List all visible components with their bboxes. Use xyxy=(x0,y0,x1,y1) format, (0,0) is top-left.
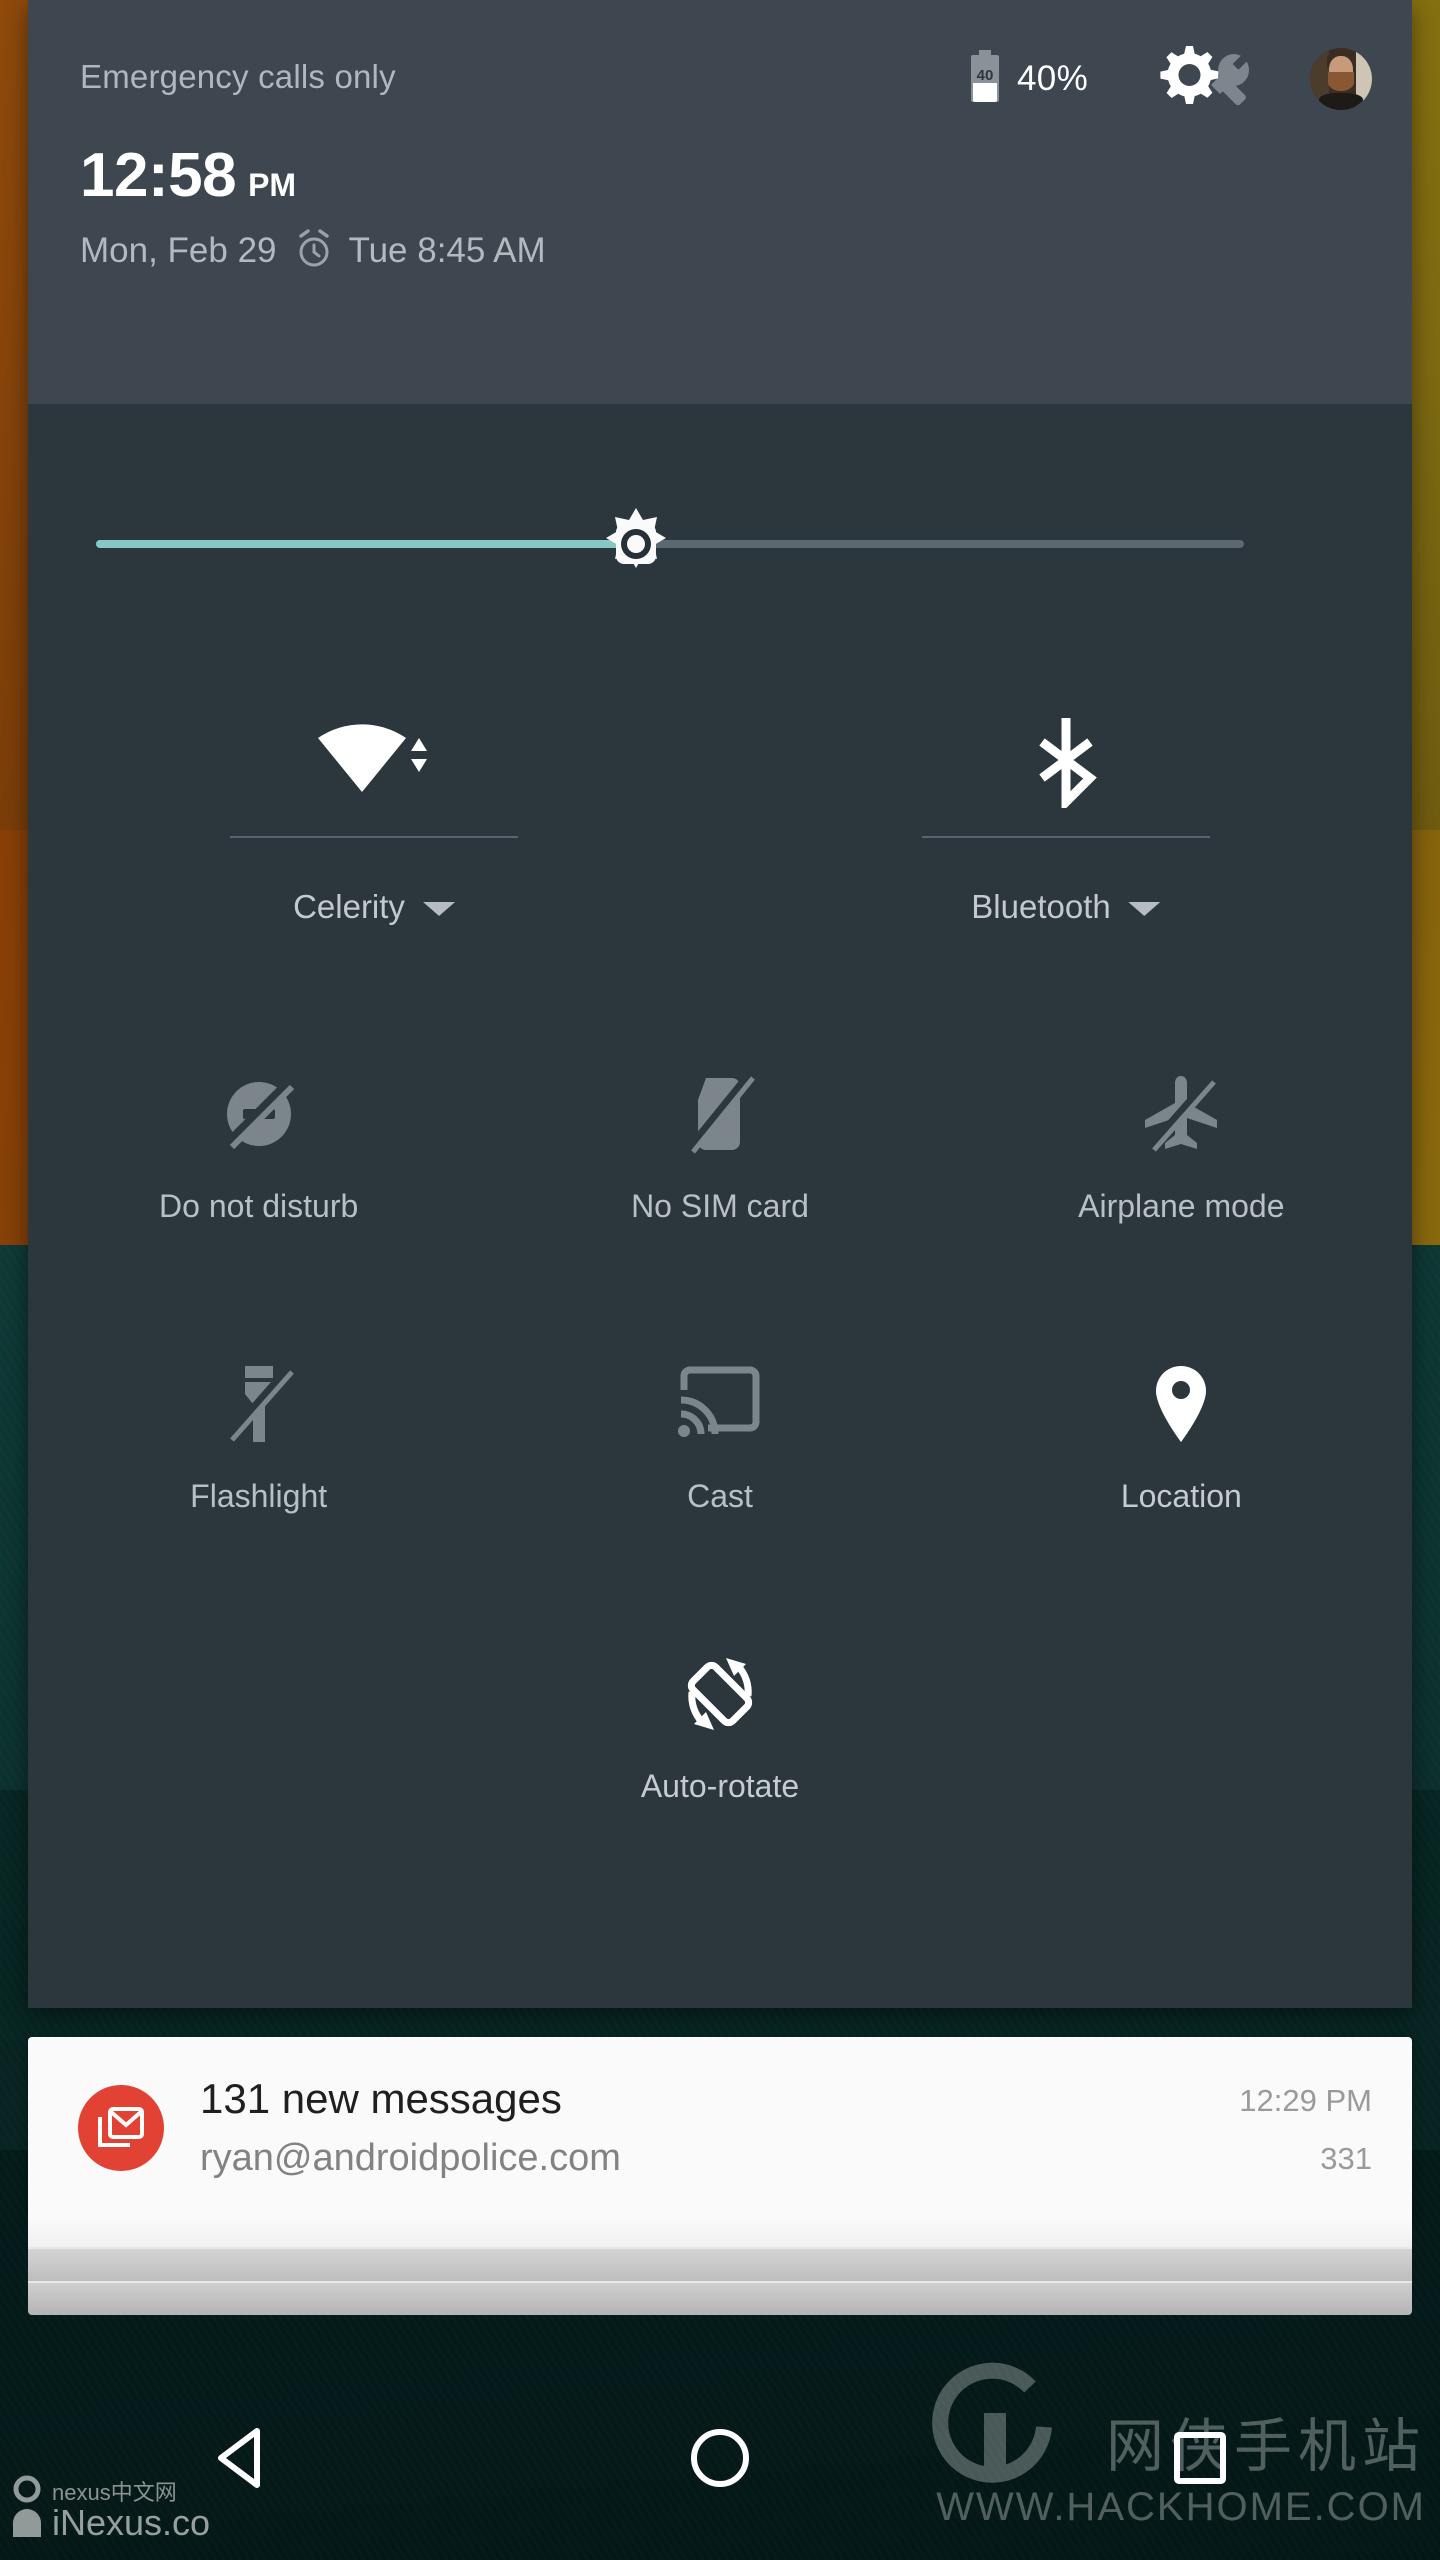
battery-percent-label: 40% xyxy=(1017,58,1088,98)
inexus-logo-icon xyxy=(8,2475,46,2542)
status-bar: Emergency calls only 40 40% xyxy=(28,40,1412,110)
user-avatar[interactable] xyxy=(1310,47,1372,110)
quick-settings-panel: Emergency calls only 40 40% 12:58 PM Mon… xyxy=(28,0,1412,2008)
bluetooth-tile-label-row[interactable]: Bluetooth xyxy=(971,888,1161,926)
chevron-down-icon[interactable] xyxy=(1128,902,1161,916)
gear-shape xyxy=(1160,46,1219,104)
tile-label: Airplane mode xyxy=(1078,1188,1285,1224)
flashlight-off-icon[interactable] xyxy=(215,1356,303,1452)
notification-stack-layer-1[interactable] xyxy=(28,2247,1412,2281)
bluetooth-tile-divider xyxy=(922,836,1210,838)
clock-ampm: PM xyxy=(248,167,297,203)
quick-settings-tile-grid: Do not disturb No SIM card Airplane mode… xyxy=(28,1040,1412,1910)
tile-label: Cast xyxy=(687,1478,753,1514)
tile-flashlight[interactable]: Flashlight xyxy=(28,1330,489,1620)
watermark-hackhome-url: WWW.HACKHOME.COM xyxy=(936,2485,1426,2529)
bluetooth-icon[interactable] xyxy=(1018,712,1114,813)
gmail-icon xyxy=(78,2085,164,2171)
tile-location[interactable]: Location xyxy=(951,1330,1412,1620)
clock-time-row: 12:58 PM xyxy=(80,140,546,211)
connectivity-tiles: Celerity Bluetooth xyxy=(28,690,1412,990)
tile-row: Do not disturb No SIM card Airplane mode xyxy=(28,1040,1412,1330)
wifi-tile-divider xyxy=(230,836,518,838)
cast-icon[interactable] xyxy=(676,1356,764,1452)
notification-gmail[interactable]: 131 new messages ryan@androidpolice.com … xyxy=(28,2037,1412,2217)
back-triangle-icon xyxy=(211,2425,269,2496)
alarm-clock-icon xyxy=(295,227,333,274)
date-label: Mon, Feb 29 xyxy=(80,230,277,270)
auto-rotate-icon[interactable] xyxy=(676,1646,764,1742)
notification-time: 12:29 PM xyxy=(1239,2083,1372,2118)
tile-label: Auto-rotate xyxy=(640,1768,800,1804)
bluetooth-tile[interactable]: Bluetooth xyxy=(720,690,1412,990)
tile-cast[interactable]: Cast xyxy=(489,1330,950,1620)
sim-card-off-icon[interactable] xyxy=(676,1066,764,1162)
airplane-off-icon[interactable] xyxy=(1137,1066,1225,1162)
home-button[interactable] xyxy=(630,2400,810,2520)
notification-title: 131 new messages xyxy=(200,2075,562,2122)
brightness-sun-icon[interactable] xyxy=(600,508,672,580)
date-alarm-row: Mon, Feb 29 Tue 8:45 AM xyxy=(80,227,546,274)
watermark-inexus-main: iNexus.co xyxy=(52,2502,211,2544)
do-not-disturb-icon[interactable] xyxy=(215,1066,303,1162)
watermark-hackhome: 网侠手机站 WWW.HACKHOME.COM xyxy=(936,2412,1426,2530)
clock-time: 12:58 xyxy=(80,141,237,210)
watermark-inexus-sub: nexus中文网 xyxy=(52,2480,177,2506)
home-circle-icon xyxy=(689,2427,751,2494)
notification-stack: 131 new messages ryan@androidpolice.com … xyxy=(28,2037,1412,2315)
notification-count: 331 xyxy=(1320,2141,1372,2176)
watermark-hackhome-cn: 网侠手机站 xyxy=(1105,2412,1426,2481)
tile-do-not-disturb[interactable]: Do not disturb xyxy=(28,1040,489,1330)
notification-card-tail xyxy=(28,2217,1412,2247)
brightness-slider[interactable] xyxy=(28,480,1412,620)
bluetooth-tile-label: Bluetooth xyxy=(971,888,1111,925)
wrench-shape xyxy=(1211,54,1250,106)
tile-label: Do not disturb xyxy=(159,1188,359,1224)
tile-row: Flashlight Cast Location xyxy=(28,1330,1412,1620)
tile-label: No SIM card xyxy=(631,1188,809,1224)
wifi-tile-label-row[interactable]: Celerity xyxy=(293,888,455,926)
gear-icon[interactable] xyxy=(1150,40,1268,117)
svg-text:40: 40 xyxy=(977,67,994,84)
watermark-inexus: nexus中文网 iNexus.co xyxy=(8,2475,210,2542)
alarm-label: Tue 8:45 AM xyxy=(348,230,546,270)
wifi-tile[interactable]: Celerity xyxy=(28,690,720,990)
wifi-icon[interactable] xyxy=(314,712,434,813)
battery-40-icon: 40 xyxy=(967,50,1003,107)
tile-auto-rotate[interactable]: Auto-rotate xyxy=(489,1620,950,1910)
chevron-down-icon[interactable] xyxy=(422,902,455,916)
tile-label: Flashlight xyxy=(190,1478,328,1514)
watermark-inexus-text: nexus中文网 iNexus.co xyxy=(52,2482,210,2542)
notification-subtitle: ryan@androidpolice.com xyxy=(200,2137,621,2179)
tile-spacer xyxy=(28,1620,489,1910)
tile-airplane-mode[interactable]: Airplane mode xyxy=(951,1040,1412,1330)
tile-spacer xyxy=(951,1620,1412,1910)
brightness-fill xyxy=(96,540,636,548)
clock-block: 12:58 PM Mon, Feb 29 Tue 8:45 AM xyxy=(80,140,546,274)
wifi-tile-label: Celerity xyxy=(293,888,405,925)
tile-label: Location xyxy=(1120,1478,1242,1514)
carrier-label: Emergency calls only xyxy=(80,58,396,95)
notification-stack-layer-2[interactable] xyxy=(28,2281,1412,2315)
location-pin-icon[interactable] xyxy=(1137,1356,1225,1452)
tile-row: Auto-rotate xyxy=(28,1620,1412,1910)
status-bar-right-group: 40 40% xyxy=(967,40,1372,117)
tile-no-sim-card[interactable]: No SIM card xyxy=(489,1040,950,1330)
